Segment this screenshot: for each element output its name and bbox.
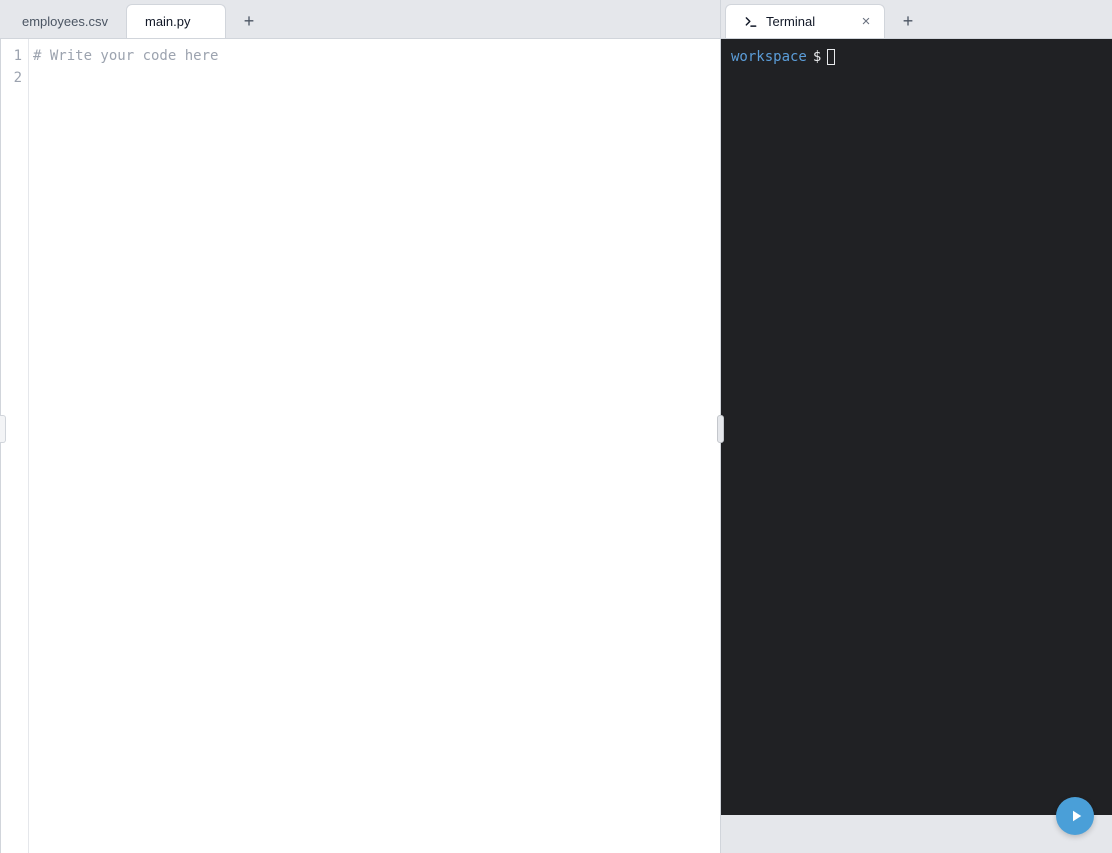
tab-label: Terminal <box>766 14 815 29</box>
editor-tab-bar: employees.csv main.py + <box>0 0 720 38</box>
tab-label: employees.csv <box>22 14 108 29</box>
tab-employees-csv[interactable]: employees.csv <box>4 4 126 38</box>
terminal-body[interactable]: workspace $ <box>721 38 1112 815</box>
tab-main-py[interactable]: main.py <box>126 4 226 38</box>
terminal-prompt-line: workspace $ <box>731 49 1102 65</box>
plus-icon: + <box>903 11 914 32</box>
play-icon <box>1067 807 1085 825</box>
terminal-cursor <box>827 49 835 65</box>
terminal-tab-bar: Terminal × + <box>721 0 1112 38</box>
new-terminal-tab-button[interactable]: + <box>891 4 925 38</box>
editor-pane: employees.csv main.py + 1 2 # Write your… <box>0 0 720 853</box>
line-number: 1 <box>1 45 22 67</box>
code-area[interactable]: # Write your code here <box>29 39 720 853</box>
new-tab-button[interactable]: + <box>232 4 266 38</box>
code-line: # Write your code here <box>33 45 720 67</box>
prompt-symbol: $ <box>813 49 821 65</box>
pane-splitter-handle[interactable] <box>717 415 724 443</box>
run-button[interactable] <box>1056 797 1094 835</box>
editor-body[interactable]: 1 2 # Write your code here <box>0 38 720 853</box>
plus-icon: + <box>244 11 255 32</box>
left-collapse-handle[interactable] <box>0 415 6 443</box>
line-gutter: 1 2 <box>1 39 29 853</box>
close-icon[interactable]: × <box>858 14 874 30</box>
terminal-icon <box>744 15 758 29</box>
tab-terminal[interactable]: Terminal × <box>725 4 885 38</box>
prompt-path: workspace <box>731 49 807 65</box>
line-number: 2 <box>1 67 22 89</box>
tab-label: main.py <box>145 14 191 29</box>
terminal-pane: Terminal × + workspace $ <box>720 0 1112 853</box>
